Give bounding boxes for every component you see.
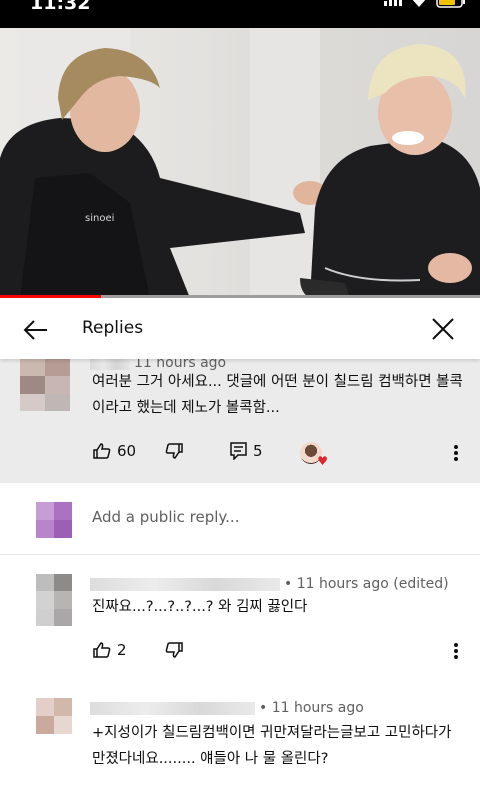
thumbs-down-icon — [165, 642, 183, 658]
like-count: 2 — [117, 641, 127, 659]
like-button[interactable]: 2 — [93, 641, 127, 659]
reply-text-line: 만졌다네요........ 얘들아 나 물 올린다? — [92, 751, 329, 767]
parent-comment: 11 hours ago 여러분 그거 아세요... 댓글에 어떤 분이 칠드림… — [0, 355, 480, 483]
dislike-button[interactable] — [165, 641, 183, 659]
video-frame-illustration: sinoei — [0, 44, 480, 298]
more-vert-icon[interactable] — [448, 443, 464, 463]
arrow-back-icon — [23, 320, 47, 340]
thumbs-up-icon — [93, 443, 111, 459]
signal-icon — [384, 0, 402, 6]
replies-header: Replies — [0, 301, 480, 359]
heart-icon: ♥ — [317, 454, 328, 468]
avatar[interactable] — [36, 698, 72, 734]
battery-icon — [436, 0, 465, 8]
reply-item: • 11 hours ago (edited) 진짜요...?...?..?..… — [0, 556, 480, 674]
wifi-icon — [412, 0, 426, 7]
reply-time: • 11 hours ago — [259, 700, 364, 716]
status-icons — [384, 0, 466, 8]
comment-text: 여러분 그거 아세요... 댓글에 어떤 분이 칠드림 컴백하면 볼콕 이라고 … — [92, 369, 463, 421]
reply-count: 5 — [253, 442, 263, 460]
video-progress-bar[interactable] — [0, 295, 480, 298]
more-vert-icon[interactable] — [448, 641, 464, 661]
status-bar: 11:32 — [0, 0, 480, 28]
like-count: 60 — [117, 442, 137, 460]
avatar[interactable] — [36, 574, 72, 626]
reply-item: • 11 hours ago +지성이가 칠드림컴백이면 귀만져달라는글보고 고… — [0, 690, 480, 791]
dislike-button[interactable] — [165, 442, 183, 460]
reply-text-line: 진짜요...?...?..?...? 와 김찌 끓인다 — [92, 599, 308, 615]
svg-text:sinoei: sinoei — [85, 213, 114, 224]
header-title: Replies — [82, 318, 144, 338]
thumbs-down-icon — [165, 443, 183, 459]
reply-input-row: Add a public reply... — [0, 483, 480, 555]
reply-text: 진짜요...?...?..?...? 와 김찌 끓인다 — [92, 594, 307, 620]
redacted-username — [90, 577, 280, 591]
status-time: 11:32 — [30, 0, 91, 14]
reply-text: +지성이가 칠드림컴백이면 귀만져달라는글보고 고민하다가 만졌다네요.....… — [92, 720, 451, 772]
video-player[interactable]: sinoei — [0, 28, 480, 298]
reply-input[interactable]: Add a public reply... — [92, 508, 239, 526]
video-progress-played — [0, 295, 101, 298]
thumbs-up-icon — [93, 642, 111, 658]
back-button[interactable] — [20, 315, 52, 345]
comment-text-line: 이라고 했는데 제노가 볼콕함... — [92, 400, 280, 416]
avatar[interactable] — [20, 359, 70, 411]
redacted-username — [90, 701, 255, 715]
avatar — [36, 502, 72, 538]
close-icon — [432, 318, 454, 340]
creator-heart-icon: ♥ — [300, 442, 328, 467]
reply-time: • 11 hours ago (edited) — [284, 576, 449, 592]
comment-text-line: 여러분 그거 아세요... 댓글에 어떤 분이 칠드림 컴백하면 볼콕 — [92, 374, 463, 390]
close-button[interactable] — [428, 314, 458, 344]
like-button[interactable]: 60 — [93, 442, 136, 460]
reply-meta: • 11 hours ago (edited) — [90, 576, 449, 592]
reply-icon — [230, 442, 247, 460]
reply-text-line: +지성이가 칠드림컴백이면 귀만져달라는글보고 고민하다가 — [92, 725, 452, 741]
reply-meta: • 11 hours ago — [90, 700, 364, 716]
reply-count-button[interactable]: 5 — [230, 442, 263, 460]
